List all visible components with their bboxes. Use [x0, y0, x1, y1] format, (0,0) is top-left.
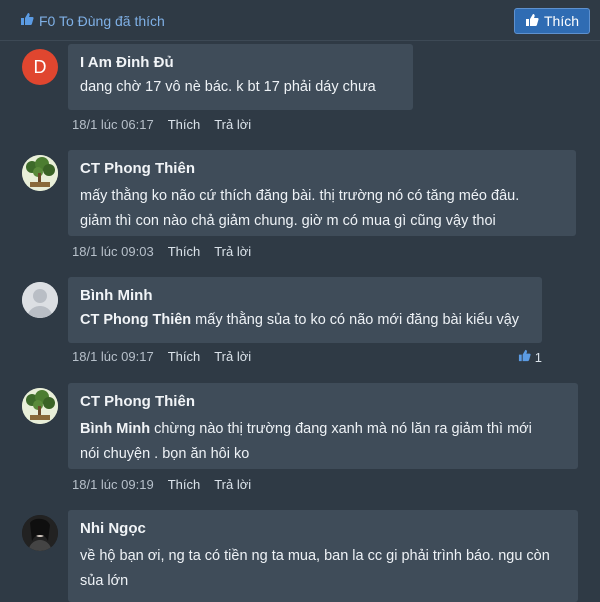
comment: CT Phong Thiên Bình Minh chừng nào thị t… — [20, 383, 590, 498]
likes-bar: F0 To Đùng đã thích Thích — [0, 0, 600, 41]
reaction-count[interactable]: 1 — [518, 349, 542, 365]
avatar[interactable] — [22, 515, 58, 551]
avatar[interactable] — [22, 282, 58, 318]
comment-meta: 18/1 lúc 06:17 Thích Trả lời — [72, 117, 251, 132]
avatar[interactable] — [22, 388, 58, 424]
comment-text-line: sủa lớn — [80, 573, 129, 589]
comment-bubble: Bình Minh CT Phong Thiên mấy thằng sủa t… — [68, 277, 542, 343]
liked-by-text: F0 To Đùng đã thích — [39, 12, 165, 29]
comment-text: CT Phong Thiên mấy thằng sủa to ko có nã… — [80, 311, 530, 329]
like-link[interactable]: Thích — [168, 117, 201, 132]
comment-time[interactable]: 18/1 lúc 09:19 — [72, 477, 154, 492]
comment-author[interactable]: CT Phong Thiên — [80, 393, 566, 410]
comment-text-line: giảm thì con nào chả giảm chung. giờ m c… — [80, 213, 496, 229]
comment-author[interactable]: Nhi Ngọc — [80, 520, 566, 537]
comment-bubble: CT Phong Thiên Bình Minh chừng nào thị t… — [68, 383, 578, 469]
like-link[interactable]: Thích — [168, 477, 201, 492]
liked-by-summary[interactable]: F0 To Đùng đã thích — [20, 12, 165, 29]
comment-author[interactable]: Bình Minh — [80, 287, 530, 304]
comment-text-line: chừng nào thị trường đang xanh mà nó lăn… — [150, 421, 532, 437]
avatar[interactable] — [22, 155, 58, 191]
comment-text-line: nói chuyện . bọn ăn hôi ko — [80, 446, 250, 462]
comment: CT Phong Thiên mấy thằng ko não cứ thích… — [20, 150, 590, 265]
reply-link[interactable]: Trả lời — [214, 477, 251, 492]
comment-text: Bình Minh chừng nào thị trường đang xanh… — [80, 417, 566, 467]
comment-text: dang chờ 17 vô nè bác. k bt 17 phải dáy … — [80, 79, 376, 95]
comment: D I Am Đinh Đủ dang chờ 17 vô nè bác. k … — [20, 44, 590, 139]
comment-time[interactable]: 18/1 lúc 06:17 — [72, 117, 154, 132]
like-button-label: Thích — [543, 13, 579, 29]
profile-photo-icon — [22, 515, 58, 551]
comment-text: mấy thằng ko não cứ thích đăng bài. thị … — [80, 184, 564, 234]
comment-text-line: mấy thằng ko não cứ thích đăng bài. thị … — [80, 188, 520, 204]
comment-author[interactable]: CT Phong Thiên — [80, 160, 564, 177]
comment-time[interactable]: 18/1 lúc 09:03 — [72, 244, 154, 259]
comment: Nhi Ngọc về hộ bạn ơi, ng ta có tiền ng … — [20, 510, 590, 602]
like-page-button[interactable]: Thích — [513, 8, 590, 34]
comment-text-line: về hộ bạn ơi, ng ta có tiền ng ta mua, b… — [80, 548, 550, 564]
like-count: 1 — [534, 349, 542, 365]
avatar-letter: D — [33, 56, 47, 77]
thumbs-up-icon — [20, 12, 34, 29]
comment-text: về hộ bạn ơi, ng ta có tiền ng ta mua, b… — [80, 544, 566, 594]
comment-author[interactable]: I Am Đinh Đủ — [80, 54, 401, 71]
mention-link[interactable]: CT Phong Thiên — [80, 312, 191, 328]
comment-meta: 18/1 lúc 09:17 Thích Trả lời — [72, 349, 251, 364]
comment-bubble: Nhi Ngọc về hộ bạn ơi, ng ta có tiền ng … — [68, 510, 578, 602]
comment-meta: 18/1 lúc 09:03 Thích Trả lời — [72, 244, 251, 259]
thumbs-up-icon — [518, 349, 531, 365]
bonsai-icon — [22, 155, 58, 191]
comment-time[interactable]: 18/1 lúc 09:17 — [72, 349, 154, 364]
comment-text-body: mấy thằng sủa to ko có não mới đăng bài … — [191, 312, 520, 328]
like-link[interactable]: Thích — [168, 244, 201, 259]
avatar[interactable]: D — [22, 49, 58, 85]
reply-link[interactable]: Trả lời — [214, 117, 251, 132]
reply-link[interactable]: Trả lời — [214, 244, 251, 259]
mention-link[interactable]: Bình Minh — [80, 421, 150, 437]
thumbs-up-icon — [525, 13, 539, 30]
like-link[interactable]: Thích — [168, 349, 201, 364]
bonsai-icon — [22, 388, 58, 424]
default-user-icon — [22, 282, 58, 318]
comment-bubble: I Am Đinh Đủ dang chờ 17 vô nè bác. k bt… — [68, 44, 413, 110]
comment-meta: 18/1 lúc 09:19 Thích Trả lời — [72, 477, 251, 492]
reply-link[interactable]: Trả lời — [214, 349, 251, 364]
comment-bubble: CT Phong Thiên mấy thằng ko não cứ thích… — [68, 150, 576, 236]
comment: Bình Minh CT Phong Thiên mấy thằng sủa t… — [20, 277, 590, 372]
